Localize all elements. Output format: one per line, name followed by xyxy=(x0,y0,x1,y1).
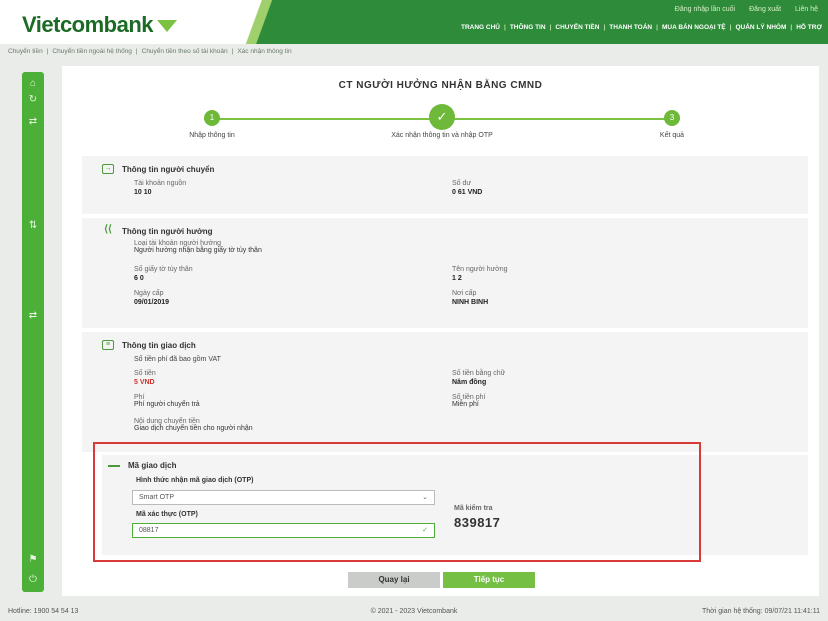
amount-value: 5 VND xyxy=(134,379,155,386)
balance-label: Số dư xyxy=(452,180,472,187)
step-1-label: Nhập thông tin xyxy=(189,132,235,139)
main-nav: TRANG CHỦ | THÔNG TIN | CHUYỂN TIỀN | THANH… xyxy=(460,24,822,31)
beneficiary-type-label: Loại tài khoản người hưởng xyxy=(134,240,222,247)
step-3-label: Kết quả xyxy=(659,132,685,139)
beneficiary-section-title: ⟨⟨ Thông tin người hưởng xyxy=(102,224,213,236)
id-number-value: 6 0 xyxy=(134,275,144,282)
fee-field: Phí Phí người chuyển trả xyxy=(134,394,200,408)
breadcrumb-item: Xác nhận thông tin xyxy=(237,48,292,55)
balance-field: Số dư 0 61 VND xyxy=(452,180,482,196)
fee-amount-field: Số tiền phí Miễn phí xyxy=(452,394,485,408)
fee-amount-label: Số tiền phí xyxy=(452,394,486,401)
source-title-text: Thông tin người chuyển xyxy=(122,164,215,174)
header-band: Đăng nhập lần cuối Đăng xuất Liên hệ TRA… xyxy=(227,0,828,44)
issue-date-label: Ngày cấp xyxy=(134,290,164,297)
beneficiary-type-value: Người hưởng nhận bằng giấy tờ tùy thân xyxy=(134,247,262,254)
receipt-icon: ≡ xyxy=(102,340,114,350)
top-link-logout[interactable]: Đăng xuất xyxy=(749,6,781,13)
transaction-title-text: Thông tin giao dịch xyxy=(122,340,196,350)
top-links: Đăng nhập lần cuối Đăng xuất Liên hệ xyxy=(675,6,818,13)
refresh-icon[interactable]: ↻ xyxy=(27,94,39,106)
content-field: Nội dung chuyển tiền Giao dịch chuyển ti… xyxy=(134,418,253,432)
issue-place-value: NINH BINH xyxy=(452,299,489,306)
beneficiary-name-value: 1 2 xyxy=(452,275,462,282)
content-value: Giao dịch chuyển tiền cho người nhận xyxy=(134,425,253,432)
step-2: ✓ Xác nhận thông tin và nhập OTP xyxy=(362,104,522,139)
top-link-contact[interactable]: Liên hệ xyxy=(795,6,818,13)
footer: Hotline: 1900 54 54 13 © 2021 - 2023 Vie… xyxy=(0,604,828,621)
transfer-icon[interactable]: ⇄ xyxy=(27,116,39,128)
nav-home[interactable]: TRANG CHỦ xyxy=(461,24,500,31)
sidebar: ⌂ ↻ ⇄ ⇅ ⇄ ⚑ ⏻ xyxy=(22,72,44,592)
amount-words-label: Số tiền bằng chữ xyxy=(452,370,506,377)
source-account-value: 10 10 xyxy=(134,189,152,196)
step-2-label: Xác nhận thông tin và nhập OTP xyxy=(391,132,493,139)
content-label: Nội dung chuyển tiền xyxy=(134,418,200,425)
issue-place-label: Nơi cấp xyxy=(452,290,477,297)
breadcrumb-item[interactable]: Chuyển tiền xyxy=(8,48,43,55)
page-title: CT NGƯỜI HƯỞNG NHẬN BẰNG CMND xyxy=(338,80,543,91)
fee-amount-value: Miễn phí xyxy=(452,401,479,408)
source-section-title: → Thông tin người chuyển xyxy=(102,164,214,174)
check-icon: ✓ xyxy=(429,104,455,130)
system-time-text: Thời gian hệ thống: 09/07/21 11:41:11 xyxy=(702,608,820,615)
step-3-dot: 3 xyxy=(664,110,680,126)
source-account-label: Tài khoản nguồn xyxy=(134,180,187,187)
beneficiary-name-field: Tên người hưởng 1 2 xyxy=(452,266,508,282)
step-1: 1 Nhập thông tin xyxy=(132,106,292,139)
header: Vietcombank Đăng nhập lần cuối Đăng xuất… xyxy=(0,0,828,44)
amount-field: Số tiền 5 VND xyxy=(134,370,156,386)
exchange-icon[interactable]: ⇄ xyxy=(27,310,39,322)
source-account-field: Tài khoản nguồn 10 10 xyxy=(134,180,186,196)
transaction-section-title: ≡ Thông tin giao dịch xyxy=(102,340,196,350)
issue-date-value: 09/01/2019 xyxy=(134,299,170,306)
continue-button[interactable]: Tiếp tục xyxy=(443,572,535,588)
breadcrumb: Chuyển tiền | Chuyển tiền ngoài hệ thống |… xyxy=(8,48,292,55)
back-button[interactable]: Quay lại xyxy=(348,572,440,588)
issue-date-field: Ngày cấp 09/01/2019 xyxy=(134,290,169,306)
fee-value: Phí người chuyển trả xyxy=(134,401,200,408)
logo-mark-icon xyxy=(157,20,178,32)
id-card-icon: ⟨⟨ xyxy=(104,224,112,235)
power-icon[interactable]: ⏻ xyxy=(27,574,39,586)
beneficiary-section: ⟨⟨ Thông tin người hưởng Loại tài khoản … xyxy=(82,218,808,328)
id-number-field: Số giấy tờ tùy thân 6 0 xyxy=(134,266,193,282)
issue-place-field: Nơi cấp NINH BINH xyxy=(452,290,488,306)
source-section: → Thông tin người chuyển Tài khoản nguồn… xyxy=(82,156,808,214)
highlight-box xyxy=(93,442,701,562)
amount-words-value: Năm đồng xyxy=(452,379,487,386)
amount-words-field: Số tiền bằng chữ Năm đồng xyxy=(452,370,505,386)
amount-label: Số tiền xyxy=(134,370,156,377)
top-link-last-login[interactable]: Đăng nhập lần cuối xyxy=(675,6,735,13)
nav-payment[interactable]: THANH TOÁN xyxy=(609,24,652,31)
beneficiary-name-label: Tên người hưởng xyxy=(452,266,508,273)
id-number-label: Số giấy tờ tùy thân xyxy=(134,266,193,273)
account-icon: → xyxy=(102,164,114,174)
nav-info[interactable]: THÔNG TIN xyxy=(510,24,546,31)
beneficiary-title-text: Thông tin người hưởng xyxy=(122,226,213,236)
logo-text: Vietcombank xyxy=(22,12,154,37)
nav-support[interactable]: HỖ TRỢ xyxy=(796,24,822,31)
step-1-dot: 1 xyxy=(204,110,220,126)
breadcrumb-item[interactable]: Chuyển tiền theo số tài khoản xyxy=(142,48,228,55)
breadcrumb-item[interactable]: Chuyển tiền ngoài hệ thống xyxy=(52,48,132,55)
language-flag-icon[interactable]: ⚑ xyxy=(27,554,39,566)
transaction-section: ≡ Thông tin giao dịch Số tiền phí đã bao… xyxy=(82,332,808,452)
fee-note: Số tiền phí đã bao gồm VAT xyxy=(134,356,221,363)
step-3: 3 Kết quả xyxy=(592,106,752,139)
stepper: 1 Nhập thông tin ✓ Xác nhận thông tin và… xyxy=(132,104,752,146)
beneficiary-type-field: Loại tài khoản người hưởng Người hưởng n… xyxy=(134,240,262,254)
fee-label: Phí xyxy=(134,394,145,401)
nav-group[interactable]: QUẢN LÝ NHÓM xyxy=(735,24,786,31)
nav-forex[interactable]: MUA BÁN NGOẠI TỆ xyxy=(662,24,726,31)
payment-icon[interactable]: ⇅ xyxy=(27,220,39,232)
nav-transfer[interactable]: CHUYỂN TIỀN xyxy=(555,24,599,31)
balance-value: 0 61 VND xyxy=(452,189,483,196)
home-icon[interactable]: ⌂ xyxy=(27,78,39,90)
vietcombank-logo[interactable]: Vietcombank xyxy=(22,12,178,38)
